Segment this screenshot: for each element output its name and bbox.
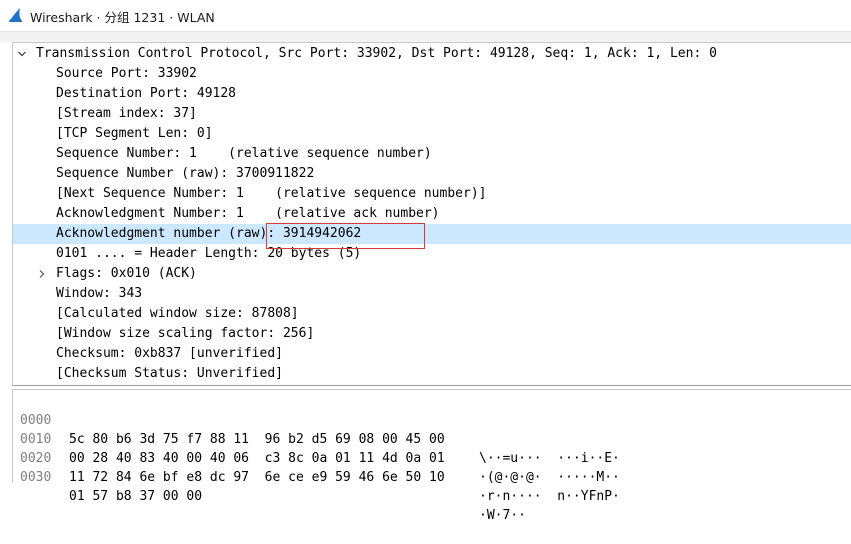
tree-root-tcp[interactable]: Transmission Control Protocol, Src Port:… — [13, 44, 851, 64]
tree-item-label: Window: 343 — [56, 286, 143, 301]
window-title: Wireshark · 分组 1231 · WLAN — [30, 10, 215, 25]
toolbar-gap — [0, 32, 851, 42]
hex-offset: 0030 — [20, 470, 52, 485]
hex-ascii[interactable]: ·W·7·· — [479, 506, 526, 525]
tree-item-label: 0101 .... = Header Length: 20 bytes (5) — [56, 246, 362, 261]
tree-item[interactable]: [Stream index: 37] — [13, 104, 851, 124]
packet-bytes-pane[interactable]: 0000 5c 80 b6 3d 75 f7 88 11 96 b2 d5 69… — [12, 389, 851, 523]
tree-item[interactable]: 0101 .... = Header Length: 20 bytes (5) — [13, 244, 851, 264]
tree-item-label: [Next Sequence Number: 1 (relative seque… — [56, 186, 487, 201]
packet-details-tree[interactable]: Transmission Control Protocol, Src Port:… — [12, 42, 851, 386]
hex-row[interactable]: 0020 11 72 84 6e bf e8 dc 97 6e ce e9 59… — [13, 430, 851, 504]
tree-item[interactable]: [Next Sequence Number: 1 (relative seque… — [13, 184, 851, 204]
tree-item-label: Destination Port: 49128 — [56, 86, 237, 101]
title-bar: Wireshark · 分组 1231 · WLAN — [0, 0, 851, 32]
tree-item-label: Acknowledgment number (raw): 3914942062 — [56, 226, 362, 241]
tree-item-label: Flags: 0x010 (ACK) — [56, 266, 197, 281]
tree-item-label: [Window size scaling factor: 256] — [56, 326, 315, 341]
chevron-down-icon[interactable] — [16, 44, 28, 64]
tree-item[interactable]: Sequence Number: 1 (relative sequence nu… — [13, 144, 851, 164]
hex-ascii[interactable]: ·r·n···· n··YFnP· — [479, 487, 620, 506]
tree-item-label: [Calculated window size: 87808] — [56, 306, 299, 321]
tree-item[interactable]: [Calculated window size: 87808] — [13, 304, 851, 324]
tree-item[interactable]: Window: 343 — [13, 284, 851, 304]
tree-item[interactable]: Source Port: 33902 — [13, 64, 851, 84]
tree-item[interactable]: Sequence Number (raw): 3700911822 — [13, 164, 851, 184]
hex-row[interactable]: 0010 00 28 40 83 40 00 40 06 c3 8c 0a 01… — [13, 411, 851, 485]
hex-ascii[interactable]: ·(@·@·@· ·····M·· — [479, 468, 620, 487]
wireshark-fin-icon — [9, 8, 22, 22]
tree-item[interactable]: [TCP Segment Len: 0] — [13, 124, 851, 144]
tree-item[interactable]: [Window size scaling factor: 256] — [13, 324, 851, 344]
tree-item-label: Source Port: 33902 — [56, 66, 197, 81]
hex-bytes[interactable]: 11 72 84 6e bf e8 dc 97 6e ce e9 59 46 6… — [69, 468, 445, 487]
tree-item-label: [Stream index: 37] — [56, 106, 197, 121]
tree-item[interactable]: [Checksum Status: Unverified] — [13, 364, 851, 384]
tree-item-label: [Checksum Status: Unverified] — [56, 366, 283, 381]
tree-item[interactable]: Acknowledgment Number: 1 (relative ack n… — [13, 204, 851, 224]
tree-item-label: [TCP Segment Len: 0] — [56, 126, 213, 141]
tree-item-label: Sequence Number (raw): 3700911822 — [56, 166, 315, 181]
tree-item[interactable]: Destination Port: 49128 — [13, 84, 851, 104]
hex-row[interactable]: 0000 5c 80 b6 3d 75 f7 88 11 96 b2 d5 69… — [13, 392, 851, 466]
chevron-right-icon[interactable] — [36, 264, 48, 284]
tree-item[interactable]: Checksum: 0xb837 [unverified] — [13, 344, 851, 364]
tree-item-selected[interactable]: Acknowledgment number (raw): 3914942062 — [13, 224, 851, 244]
tree-item-label: Sequence Number: 1 (relative sequence nu… — [56, 146, 432, 161]
tree-item-label: Checksum: 0xb837 [unverified] — [56, 346, 283, 361]
hex-bytes[interactable]: 01 57 b8 37 00 00 — [69, 487, 202, 506]
tree-item-flags[interactable]: Flags: 0x010 (ACK) — [13, 264, 851, 284]
tree-item-label: Acknowledgment Number: 1 (relative ack n… — [56, 206, 440, 221]
tree-root-label: Transmission Control Protocol, Src Port:… — [36, 46, 717, 61]
hex-row[interactable]: 0030 01 57 b8 37 00 00 ·W·7·· — [13, 449, 851, 523]
